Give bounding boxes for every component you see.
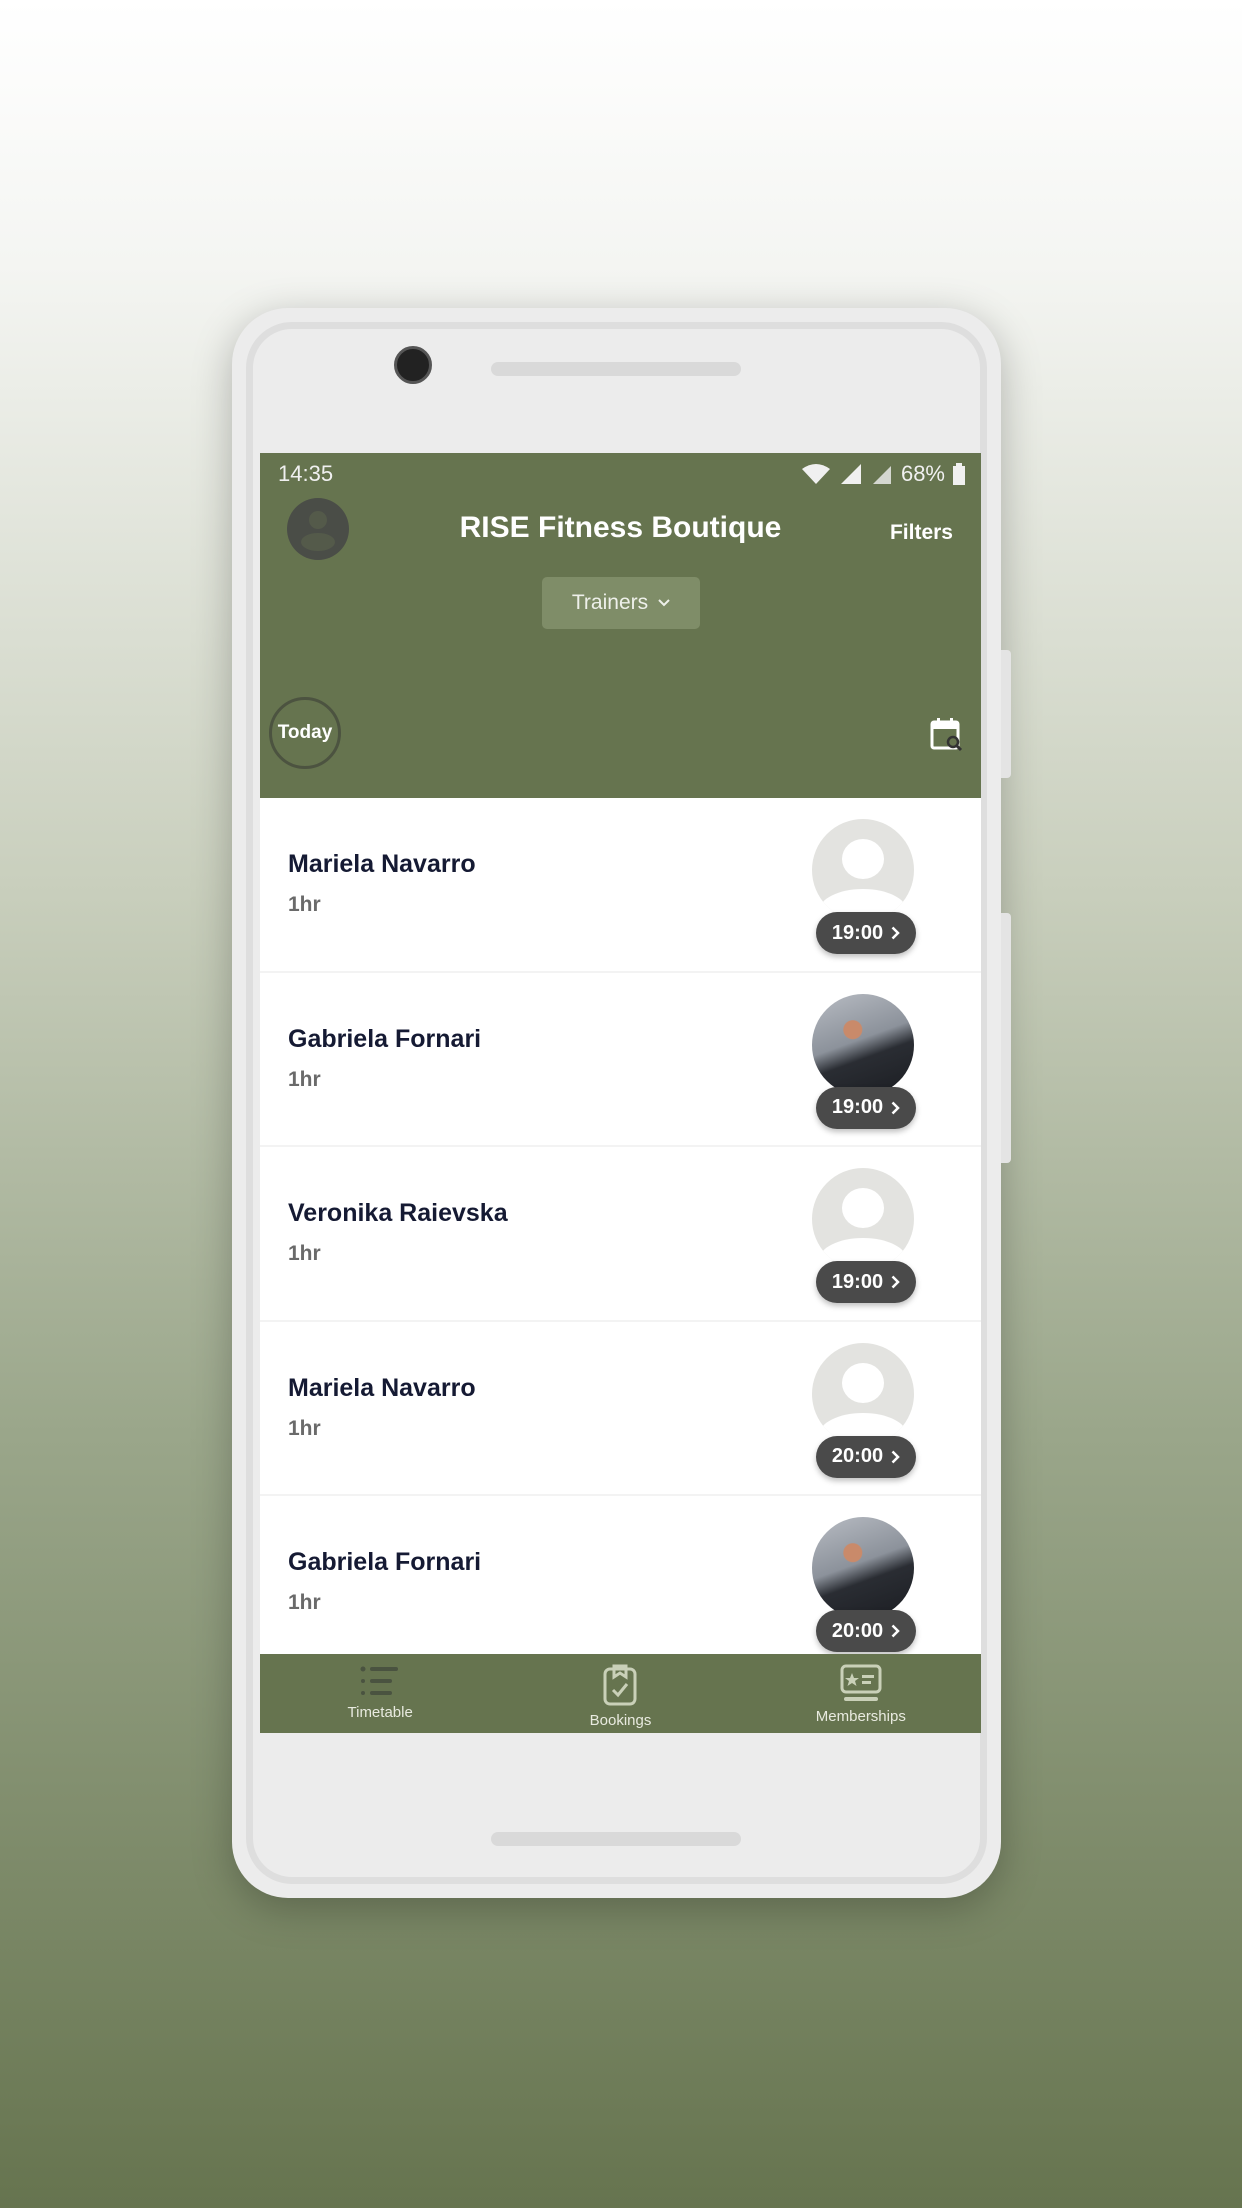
battery-icon	[953, 463, 965, 485]
status-time: 14:35	[278, 461, 334, 486]
chevron-right-icon	[891, 1101, 900, 1114]
membership-card-icon	[840, 1664, 882, 1701]
chevron-down-icon	[658, 599, 670, 607]
session-list: (function(){ const d = JSON.parse(docume…	[260, 798, 981, 1671]
trainer-name: Veronika Raievska	[288, 1199, 508, 1227]
session-row[interactable]: Mariela Navarro 1hr 20:00	[260, 1321, 981, 1496]
nav-label: Memberships	[815, 1708, 906, 1725]
list-icon	[360, 1666, 399, 1695]
trainers-dropdown-label: Trainers	[571, 591, 649, 614]
app-screen: 14:35 68% RISE Fitness Boutique Filters …	[260, 453, 981, 1733]
signal-icon	[840, 464, 861, 484]
book-time-button[interactable]: 19:00	[816, 1261, 916, 1303]
today-button[interactable]: Today	[269, 697, 341, 769]
bottom-nav: Timetable Bookings Memberships	[260, 1654, 981, 1733]
battery-percent: 68%	[900, 461, 945, 486]
session-time: 20:00	[831, 1445, 884, 1467]
session-row[interactable]: Veronika Raievska 1hr 19:00	[260, 1147, 981, 1322]
nav-memberships[interactable]: Memberships	[741, 1654, 981, 1733]
session-duration: 1hr	[288, 1067, 321, 1091]
book-time-button[interactable]: 20:00	[816, 1435, 916, 1478]
book-time-button[interactable]: 19:00	[816, 912, 916, 954]
session-duration: 1hr	[288, 1242, 321, 1265]
chevron-right-icon	[891, 1275, 900, 1289]
page-title: RISE Fitness Boutique	[459, 511, 782, 544]
nav-label: Timetable	[347, 1704, 413, 1721]
clipboard-check-icon	[603, 1664, 637, 1706]
session-time: 19:00	[831, 921, 884, 944]
book-time-button[interactable]: 19:00	[816, 1086, 916, 1129]
header: 14:35 68% RISE Fitness Boutique Filters …	[260, 453, 981, 798]
chevron-right-icon	[891, 926, 900, 940]
nav-bookings[interactable]: Bookings	[500, 1654, 740, 1733]
trainer-avatar	[812, 1342, 914, 1445]
trainer-avatar	[812, 993, 914, 1096]
trainer-avatar	[812, 1168, 914, 1270]
session-time: 19:00	[831, 1270, 884, 1293]
session-row[interactable]: Mariela Navarro 1hr 19:00	[260, 798, 981, 973]
filters-button[interactable]: Filters	[890, 521, 953, 545]
trainer-avatar	[812, 1517, 914, 1619]
user-placeholder-icon	[819, 839, 907, 921]
trainers-dropdown[interactable]: Trainers	[542, 577, 700, 629]
user-placeholder-icon	[819, 1362, 907, 1445]
session-time: 19:00	[831, 1096, 884, 1118]
trainer-name: Mariela Navarro	[288, 850, 476, 878]
signal-icon	[872, 466, 891, 484]
session-duration: 1hr	[288, 893, 321, 916]
session-time: 20:00	[831, 1619, 884, 1642]
trainer-name: Mariela Navarro	[288, 1373, 476, 1402]
wifi-icon	[801, 464, 830, 484]
chevron-right-icon	[891, 1450, 900, 1463]
nav-timetable[interactable]: Timetable	[260, 1654, 500, 1733]
volume-button	[1001, 913, 1011, 1163]
trainer-avatar	[812, 819, 914, 921]
chevron-right-icon	[891, 1624, 900, 1638]
session-duration: 1hr	[288, 1591, 321, 1614]
status-icons: 68%	[801, 461, 965, 487]
session-row[interactable]: Gabriela Fornari 1hr 19:00	[260, 972, 981, 1147]
home-bar	[491, 1832, 741, 1846]
calendar-search-icon[interactable]	[930, 717, 964, 753]
session-duration: 1hr	[288, 1416, 321, 1440]
power-button	[1001, 650, 1011, 778]
camera	[394, 346, 432, 384]
nav-label: Bookings	[589, 1712, 652, 1729]
trainer-name: Gabriela Fornari	[288, 1548, 482, 1576]
trainer-name: Gabriela Fornari	[288, 1024, 482, 1053]
session-row[interactable]: Gabriela Fornari 1hr 20:00	[260, 1496, 981, 1671]
speaker	[491, 362, 741, 376]
book-time-button[interactable]: 20:00	[816, 1610, 916, 1652]
user-placeholder-icon	[819, 1188, 907, 1270]
